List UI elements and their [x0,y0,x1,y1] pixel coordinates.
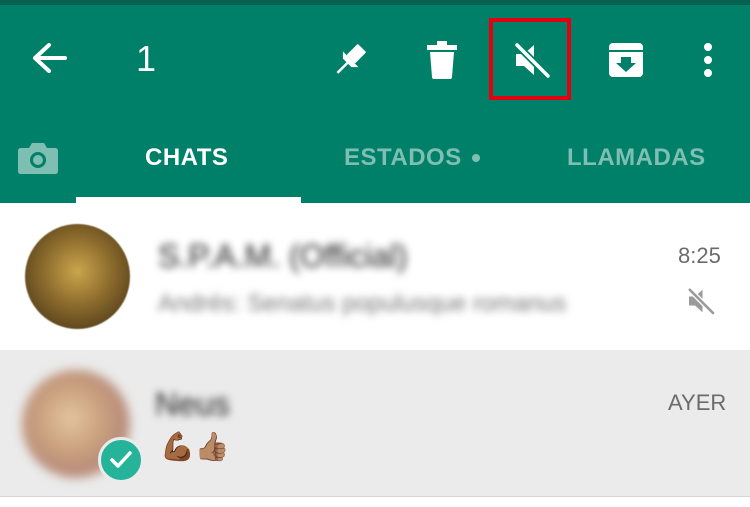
archive-button[interactable] [604,38,648,82]
back-icon [33,43,67,73]
row-divider [0,496,750,497]
chat-time: AYER [668,390,727,415]
archive-icon [609,43,643,77]
avatar[interactable] [25,224,130,329]
mute-highlight-box [489,18,571,100]
tab-estados[interactable]: ESTADOS [344,138,480,178]
tab-estados-label: ESTADOS [344,144,462,171]
check-icon [110,451,132,468]
chat-name: Neus [155,386,230,422]
delete-button[interactable] [420,38,464,82]
more-options-button[interactable] [688,38,728,82]
tab-camera[interactable] [16,138,60,178]
camera-icon [18,143,58,174]
muted-icon [687,287,715,315]
pin-button[interactable] [328,38,372,82]
selected-count: 1 [136,38,157,79]
tab-llamadas[interactable]: LLAMADAS [567,138,706,178]
chat-time: 8:25 [678,243,721,268]
chat-last-message: 💪🏾👍🏽 [160,431,230,462]
muted-indicator [684,284,718,318]
new-status-dot [471,154,480,162]
back-button[interactable] [28,40,72,76]
chat-name: S.P.A.M. (Official) [158,238,408,274]
status-strip [0,0,750,5]
selected-check [98,437,144,483]
app-bar: 1 CHATS ESTADOS LLAMADAS [0,0,750,203]
pin-icon [336,44,366,74]
delete-icon [427,41,457,79]
tab-chats[interactable]: CHATS [145,138,228,178]
more-vert-icon [704,43,712,77]
chat-last-message: Andrés: Senatus populusque romanus [158,290,567,317]
